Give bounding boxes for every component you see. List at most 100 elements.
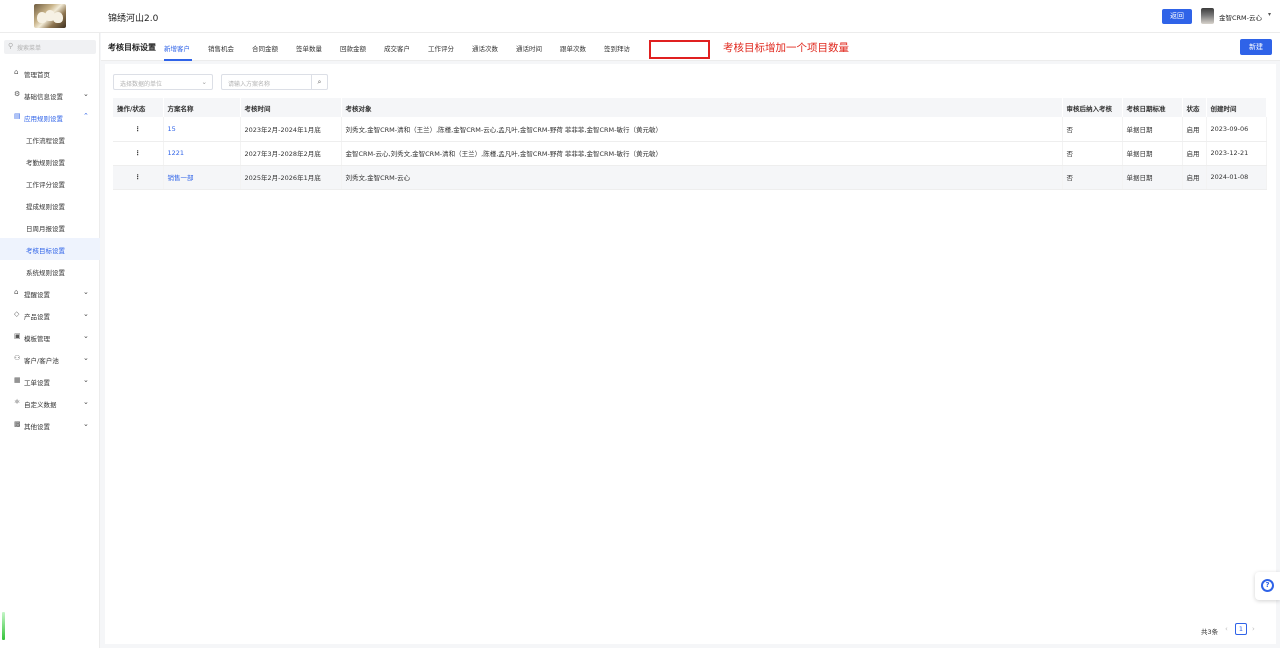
chevron-down-icon: ⌄ (83, 90, 89, 98)
unit-select[interactable]: 选择数据的单位 ⌄ (113, 74, 213, 90)
search-icon: ⚲ (8, 42, 14, 50)
table-row[interactable]: ⋮ 1221 2027年3月-2028年2月底 金智CRM-云心,刘秀文,金智C… (113, 141, 1267, 166)
tab-check-in-visits[interactable]: 签到拜访 (604, 43, 630, 53)
content-header: 考核目标设置 新增客户 销售机会 合同金额 签单数量 回款金额 成交客户 工作评… (101, 33, 1280, 61)
column-header[interactable]: 审核后纳入考核 (1062, 98, 1123, 117)
grid-icon: ▩ (14, 420, 21, 428)
pagination-prev-icon[interactable]: ‹ (1225, 625, 1228, 633)
sidebar-subitem-system-rules[interactable]: 系统规则设置 (0, 260, 100, 282)
tab-signed-count[interactable]: 签单数量 (296, 43, 322, 53)
sidebar-item-templates[interactable]: ▣ 模板管理 ⌄ (0, 326, 100, 348)
column-header[interactable]: 考核时间 (240, 98, 342, 117)
chevron-down-icon: ⌄ (201, 78, 207, 86)
sidebar-item-reminders[interactable]: ⌂ 提醒设置 ⌄ (0, 282, 100, 304)
user-avatar[interactable] (1201, 8, 1214, 24)
search-button-icon[interactable]: ⌕ (311, 75, 327, 89)
tab-work-score[interactable]: 工作评分 (428, 43, 454, 53)
sidebar-item-other[interactable]: ▩ 其他设置 ⌄ (0, 414, 100, 436)
date-standard-cell: 单据日期 (1122, 141, 1183, 166)
column-header[interactable]: 创建时间 (1206, 98, 1267, 117)
sidebar-subitem-reports[interactable]: 日周月报设置 (0, 216, 100, 238)
tab-sales-opportunities[interactable]: 销售机会 (208, 43, 234, 53)
sidebar-subitem-attendance[interactable]: 考勤规则设置 (0, 150, 100, 172)
audit-cell: 否 (1062, 117, 1123, 142)
back-button[interactable]: 返回 (1162, 9, 1192, 24)
plan-name-cell: 15 (163, 117, 241, 142)
tab-new-customers[interactable]: 新增客户 (164, 43, 190, 53)
column-header[interactable]: 状态 (1182, 98, 1207, 117)
tab-contract-amount[interactable]: 合同金额 (252, 43, 278, 53)
column-header[interactable]: 考核对象 (341, 98, 1063, 117)
targets-cell: 刘秀文,金智CRM-清和（王兰）,陈槿,金智CRM-云心,孟凡叶,金智CRM-野… (341, 117, 1063, 142)
created-cell: 2024-01-08 (1206, 165, 1267, 190)
main-panel: 选择数据的单位 ⌄ 请输入方案名称 ⌕ 操作/状态 方案名称 考核时间 考核对象… (105, 64, 1276, 644)
sidebar-item-customers[interactable]: ⚇ 客户/客户池 ⌄ (0, 348, 100, 370)
sidebar-item-app-rules[interactable]: ▤ 应用规则设置 ⌃ (0, 106, 100, 128)
assessment-table: 操作/状态 方案名称 考核时间 考核对象 审核后纳入考核 考核日期标准 状态 创… (113, 98, 1267, 190)
unit-select-placeholder: 选择数据的单位 (120, 81, 163, 88)
floating-help-button[interactable]: ? (1255, 572, 1280, 600)
sidebar-item-label: 工单设置 (24, 379, 50, 387)
sidebar-subitem-label: 工作流程设置 (26, 137, 65, 145)
audit-cell: 否 (1062, 165, 1123, 190)
table-row[interactable]: ⋮ 15 2023年2月-2024年1月底 刘秀文,金智CRM-清和（王兰）,陈… (113, 117, 1267, 142)
sidebar-item-home[interactable]: ⌂ 管理首页 (0, 62, 100, 84)
company-logo[interactable] (34, 4, 66, 28)
sidebar-item-products[interactable]: ◇ 产品设置 ⌄ (0, 304, 100, 326)
pagination-current-page[interactable]: 1 (1235, 623, 1247, 635)
plan-name-input[interactable]: 请输入方案名称 (228, 79, 270, 88)
sidebar: ⚲ 搜索菜单 ⌂ 管理首页 ⚙ 基础信息设置 ⌄ ▤ 应用规则设置 ⌃ 工作流程… (0, 33, 100, 648)
targets-cell: 金智CRM-云心,刘秀文,金智CRM-清和（王兰）,陈槿,孟凡叶,金智CRM-野… (341, 141, 1063, 166)
plan-name-link[interactable]: 销售一部 (168, 174, 194, 182)
status-cell: 启用 (1182, 141, 1207, 166)
active-tab-underline (164, 59, 192, 61)
ticket-icon: ▦ (14, 376, 21, 384)
users-icon: ⚇ (14, 354, 21, 362)
sidebar-item-custom-data[interactable]: ⚛ 自定义数据 ⌄ (0, 392, 100, 414)
sidebar-subitem-work-score[interactable]: 工作评分设置 (0, 172, 100, 194)
plan-name-link[interactable]: 15 (168, 125, 176, 133)
menu-search-placeholder: 搜索菜单 (17, 45, 42, 52)
app-title: 锦绣河山2.0 (108, 14, 159, 24)
column-header[interactable]: 考核日期标准 (1122, 98, 1183, 117)
menu-search-input[interactable]: ⚲ 搜索菜单 (4, 40, 96, 54)
plan-name-link[interactable]: 1221 (168, 149, 185, 157)
sidebar-subitem-commission[interactable]: 提成规则设置 (0, 194, 100, 216)
gear-icon: ⚙ (14, 90, 21, 98)
sidebar-item-label: 基础信息设置 (24, 93, 63, 101)
targets-cell: 刘秀文,金智CRM-云心 (341, 165, 1063, 190)
row-actions-menu-icon[interactable]: ⋮ (113, 117, 164, 142)
chevron-down-icon: ⌄ (83, 354, 89, 362)
sidebar-item-label: 应用规则设置 (24, 115, 63, 123)
created-cell: 2023-12-21 (1206, 141, 1267, 166)
home-icon: ⌂ (14, 68, 19, 76)
page-title: 考核目标设置 (108, 43, 156, 52)
created-cell: 2023-09-06 (1206, 117, 1267, 142)
sidebar-item-label: 自定义数据 (24, 401, 57, 409)
user-menu-caret-icon[interactable]: ▾ (1268, 11, 1271, 18)
user-name[interactable]: 金智CRM-云心 (1219, 12, 1262, 22)
annotation-text: 考核目标增加一个项目数量 (723, 42, 849, 54)
row-actions-menu-icon[interactable]: ⋮ (113, 141, 164, 166)
column-header[interactable]: 方案名称 (163, 98, 241, 117)
table-header-row: 操作/状态 方案名称 考核时间 考核对象 审核后纳入考核 考核日期标准 状态 创… (113, 98, 1267, 117)
sidebar-item-work-orders[interactable]: ▦ 工单设置 ⌄ (0, 370, 100, 392)
document-icon: ▤ (14, 112, 21, 120)
sidebar-subitem-label: 系统规则设置 (26, 269, 65, 277)
pagination-next-icon[interactable]: › (1252, 625, 1255, 633)
new-button[interactable]: 新建 (1240, 39, 1272, 55)
tab-call-duration[interactable]: 通话时间 (516, 43, 542, 53)
sidebar-subitem-label: 考勤规则设置 (26, 159, 65, 167)
sidebar-subitem-workflow[interactable]: 工作流程设置 (0, 128, 100, 150)
top-bar: 锦绣河山2.0 返回 金智CRM-云心 ▾ (0, 0, 1280, 33)
sidebar-subitem-assessment-target[interactable]: 考核目标设置 (0, 238, 100, 260)
tab-follow-up-count[interactable]: 跟单次数 (560, 43, 586, 53)
sidebar-item-basic-info[interactable]: ⚙ 基础信息设置 ⌄ (0, 84, 100, 106)
table-row[interactable]: ⋮ 销售一部 2025年2月-2026年1月底 刘秀文,金智CRM-云心 否 单… (113, 165, 1267, 190)
row-actions-menu-icon[interactable]: ⋮ (113, 165, 164, 190)
tab-closed-customers[interactable]: 成交客户 (384, 43, 410, 53)
plan-name-cell: 1221 (163, 141, 241, 166)
tab-payment-amount[interactable]: 回款金额 (340, 43, 366, 53)
audit-cell: 否 (1062, 141, 1123, 166)
tab-call-count[interactable]: 通话次数 (472, 43, 498, 53)
